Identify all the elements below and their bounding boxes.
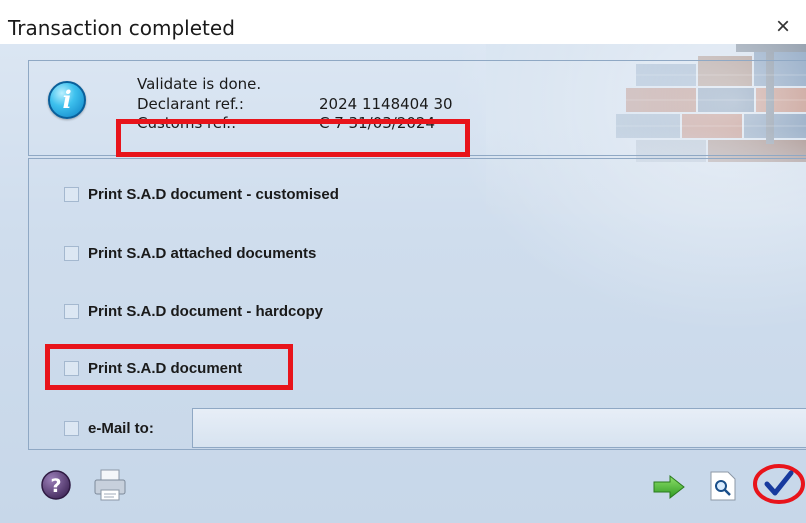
option-label: Print S.A.D document - customised (88, 186, 339, 203)
arrow-right-icon[interactable] (652, 474, 686, 505)
checkbox[interactable] (64, 246, 79, 261)
option-print-sad-hardcopy[interactable]: Print S.A.D document - hardcopy (64, 303, 323, 320)
magnifier-page-icon[interactable] (708, 470, 738, 507)
email-label: e-Mail to: (88, 420, 154, 437)
status-text: Validate is done. (137, 75, 262, 93)
option-print-sad-customised[interactable]: Print S.A.D document - customised (64, 186, 339, 203)
close-button[interactable]: × (766, 10, 800, 44)
svg-text:?: ? (50, 475, 61, 497)
title-bar: Transaction completed × (0, 0, 806, 44)
option-label: Print S.A.D attached documents (88, 245, 317, 262)
question-icon[interactable]: ? (40, 469, 72, 506)
option-print-sad-attached[interactable]: Print S.A.D attached documents (64, 245, 316, 262)
printer-icon[interactable] (92, 468, 128, 507)
option-email[interactable]: e-Mail to: (64, 420, 154, 437)
checkbox[interactable] (64, 187, 79, 202)
bottom-toolbar: ? (0, 452, 806, 523)
checkbox[interactable] (64, 421, 79, 436)
option-label: Print S.A.D document - hardcopy (88, 303, 324, 320)
checkmark-icon[interactable] (752, 462, 806, 511)
print-sad-highlight (45, 344, 293, 390)
dialog-body: i Validate is done. Declarant ref.: 2024… (0, 44, 806, 523)
window-title: Transaction completed (8, 16, 235, 40)
declarant-ref-value: 2024 1148404 30 (319, 95, 453, 113)
customs-ref-highlight (116, 119, 470, 157)
info-icon: i (48, 81, 86, 119)
checkbox[interactable] (64, 304, 79, 319)
email-input[interactable] (192, 408, 806, 448)
declarant-ref-label: Declarant ref.: (137, 95, 244, 113)
